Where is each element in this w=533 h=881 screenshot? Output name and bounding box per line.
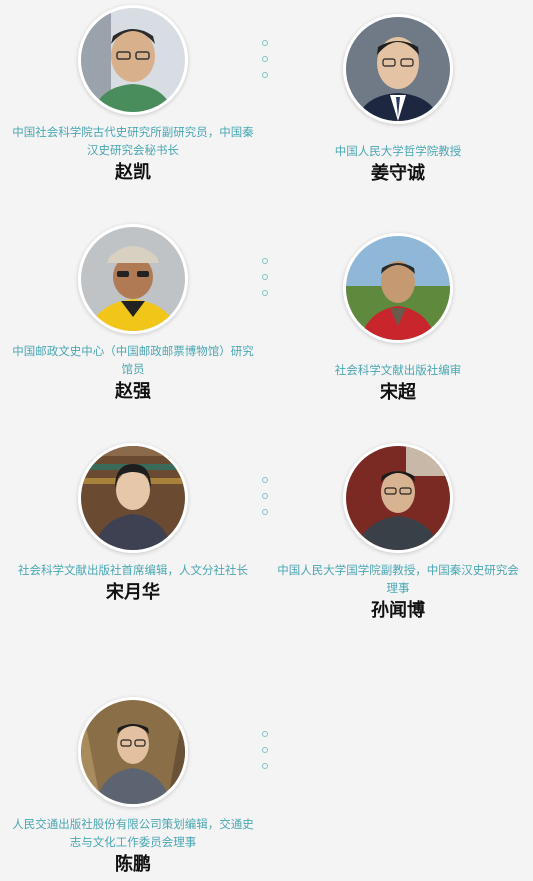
dots-divider <box>262 477 270 525</box>
person-card-zhao-qiang: 中国邮政文史中心（中国邮政邮票博物馆）研究馆员 赵强 <box>3 224 263 404</box>
dots-divider <box>262 40 270 88</box>
person-title: 社会科学文献出版社首席编辑，人文分社社长 <box>18 563 248 577</box>
person-title: 社会科学文献出版社编审 <box>334 363 462 377</box>
dots-divider <box>262 258 270 306</box>
person-name: 陈鹏 <box>115 854 151 875</box>
person-title: 中国社会科学院古代史研究所副研究员，中国秦汉史研究会秘书长 <box>12 125 254 157</box>
person-card-zhao-kai: 中国社会科学院古代史研究所副研究员，中国秦汉史研究会秘书长 赵凯 <box>3 5 263 185</box>
avatar <box>343 233 453 343</box>
avatar <box>78 5 188 115</box>
avatar <box>78 224 188 334</box>
avatar <box>78 443 188 553</box>
dot-icon <box>262 56 268 62</box>
person-card-song-yuehua: 社会科学文献出版社首席编辑，人文分社社长 宋月华 <box>3 443 263 605</box>
dot-icon <box>262 731 268 737</box>
avatar <box>343 443 453 553</box>
person-title: 中国人民大学哲学院教授 <box>334 144 462 158</box>
dot-icon <box>262 763 268 769</box>
person-title: 中国邮政文史中心（中国邮政邮票博物馆）研究馆员 <box>12 344 254 376</box>
dot-icon <box>262 477 268 483</box>
person-card-jiang-shoucheng: 中国人民大学哲学院教授 姜守诚 <box>268 14 528 186</box>
dot-icon <box>262 747 268 753</box>
avatar <box>343 14 453 124</box>
person-card-song-chao: 社会科学文献出版社编审 宋超 <box>268 233 528 405</box>
person-name: 宋月华 <box>106 582 160 603</box>
person-name: 赵凯 <box>115 162 151 183</box>
person-card-sun-wenbo: 中国人民大学国学院副教授，中国秦汉史研究会理事 孙闻博 <box>268 443 528 623</box>
avatar <box>78 697 188 807</box>
person-title: 人民交通出版社股份有限公司策划编辑，交通史志与文化工作委员会理事 <box>12 817 254 849</box>
dot-icon <box>262 493 268 499</box>
dot-icon <box>262 509 268 515</box>
dot-icon <box>262 72 268 78</box>
person-name: 赵强 <box>115 381 151 402</box>
person-name: 宋超 <box>380 382 416 403</box>
person-name: 姜守诚 <box>371 163 425 184</box>
person-card-chen-peng: 人民交通出版社股份有限公司策划编辑，交通史志与文化工作委员会理事 陈鹏 <box>3 697 263 877</box>
dot-icon <box>262 290 268 296</box>
dot-icon <box>262 258 268 264</box>
dot-icon <box>262 40 268 46</box>
person-name: 孙闻博 <box>371 600 425 621</box>
dots-divider <box>262 731 270 779</box>
dot-icon <box>262 274 268 280</box>
person-title: 中国人民大学国学院副教授，中国秦汉史研究会理事 <box>277 563 519 595</box>
